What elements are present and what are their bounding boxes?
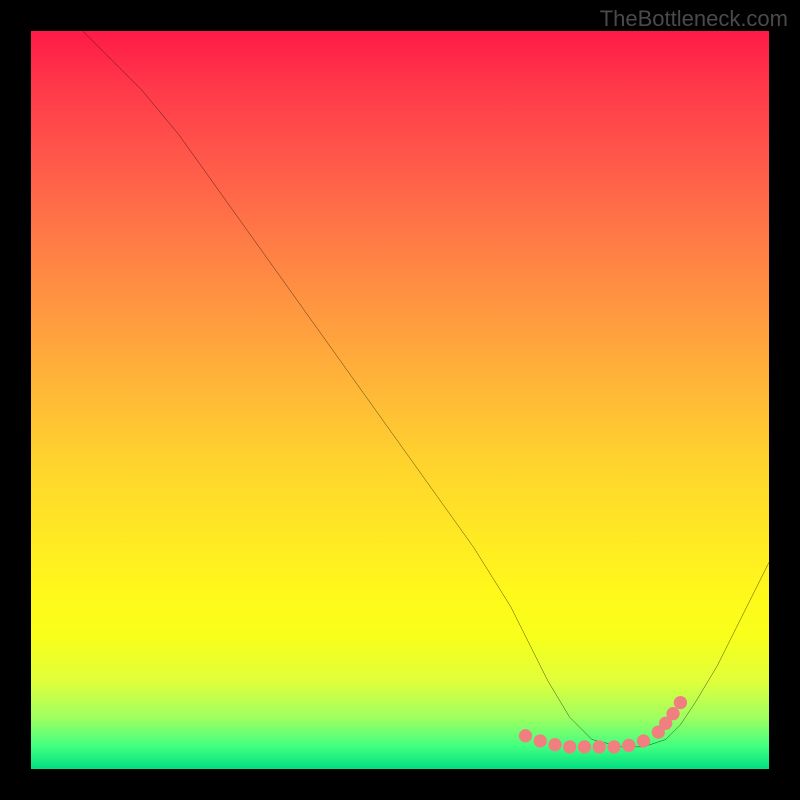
highlight-dot: [607, 740, 620, 753]
highlight-dot: [637, 734, 650, 747]
chart-svg: [31, 31, 769, 769]
highlight-dot: [666, 707, 679, 720]
highlight-dot: [622, 739, 635, 752]
highlight-dot: [674, 696, 687, 709]
highlight-dot: [519, 729, 532, 742]
highlight-dot: [578, 740, 591, 753]
highlight-dot: [534, 734, 547, 747]
highlight-dot: [593, 740, 606, 753]
bottleneck-range-dots: [519, 696, 687, 754]
highlight-dot: [548, 738, 561, 751]
bottleneck-curve: [83, 31, 769, 747]
watermark-text: TheBottleneck.com: [600, 6, 788, 32]
highlight-dot: [563, 740, 576, 753]
